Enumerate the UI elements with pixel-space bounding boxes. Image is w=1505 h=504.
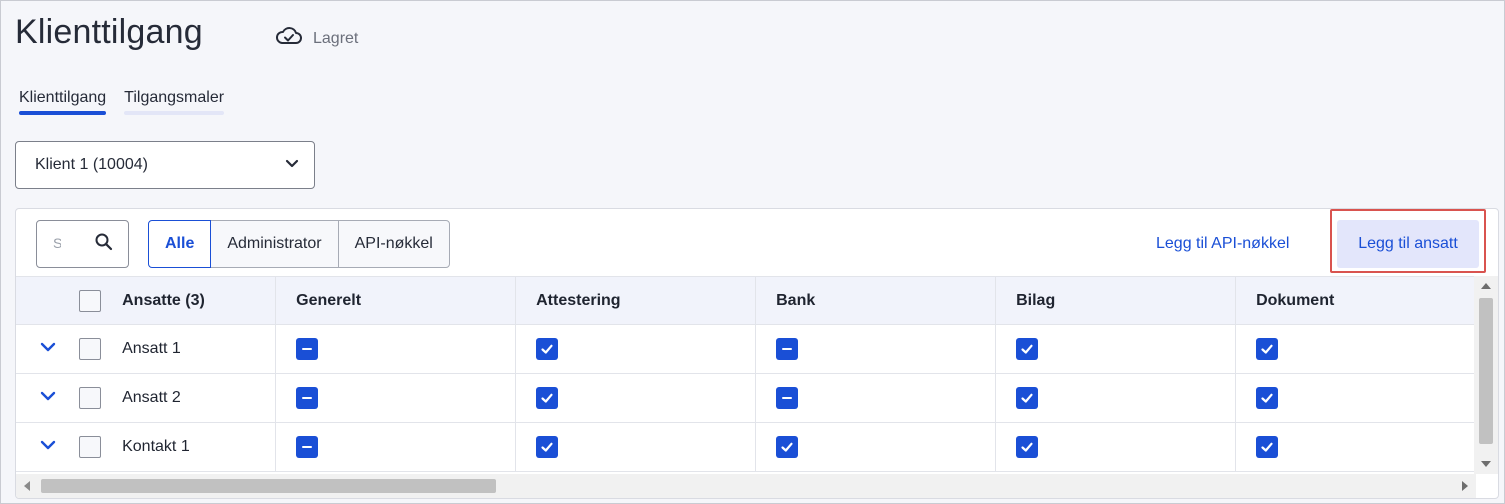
column-header-dokument: Dokument xyxy=(1256,291,1335,309)
checked-checkbox[interactable] xyxy=(536,338,559,360)
checked-checkbox[interactable] xyxy=(1256,338,1279,360)
column-header-generelt: Generelt xyxy=(276,277,517,324)
scroll-right-arrow-icon[interactable] xyxy=(1462,481,1468,491)
chevron-down-icon[interactable] xyxy=(40,389,56,407)
chevron-down-icon xyxy=(284,155,300,176)
filter-administrator-button[interactable]: Administrator xyxy=(210,220,339,268)
column-header-bilag: Bilag xyxy=(996,277,1237,324)
filter-alle-button[interactable]: Alle xyxy=(148,220,212,268)
horizontal-scrollbar[interactable] xyxy=(16,474,1476,498)
row-checkbox[interactable] xyxy=(79,436,102,458)
save-status-text: Lagret xyxy=(313,29,359,47)
column-header-attestering: Attestering xyxy=(516,277,757,324)
checked-checkbox[interactable] xyxy=(1256,436,1279,458)
scroll-up-arrow-icon[interactable] xyxy=(1481,283,1491,289)
checked-checkbox[interactable] xyxy=(1016,436,1039,458)
checked-checkbox[interactable] xyxy=(776,436,799,458)
partial-checkbox[interactable] xyxy=(296,436,319,458)
row-name: Ansatt 2 xyxy=(122,389,181,406)
checked-checkbox[interactable] xyxy=(1016,387,1039,409)
name-header-label: Ansatte (3) xyxy=(122,291,205,309)
chevron-down-icon[interactable] xyxy=(40,340,56,358)
client-select-value: Klient 1 (10004) xyxy=(35,156,148,173)
vertical-scroll-thumb[interactable] xyxy=(1479,298,1493,444)
checked-checkbox[interactable] xyxy=(536,436,559,458)
search-input[interactable]: S xyxy=(36,220,129,268)
name-header-cell: Ansatte (3) xyxy=(79,277,277,324)
column-header-bank: Bank xyxy=(756,277,997,324)
partial-checkbox[interactable] xyxy=(296,387,319,409)
highlight-frame: Legg til ansatt xyxy=(1330,209,1486,273)
partial-checkbox[interactable] xyxy=(776,338,799,360)
app-frame: Klienttilgang Lagret Klienttilgang Tilga… xyxy=(0,0,1505,504)
table-row: Ansatt 1 xyxy=(16,325,1476,374)
page-title: Klienttilgang xyxy=(15,13,203,51)
row-checkbox[interactable] xyxy=(79,338,102,360)
filter-api-key-button[interactable]: API-nøkkel xyxy=(337,220,450,268)
checked-checkbox[interactable] xyxy=(536,387,559,409)
vertical-scrollbar[interactable] xyxy=(1474,276,1498,474)
access-panel: S Alle Administrator API-nøkkel Legg til… xyxy=(15,208,1499,499)
save-status: Lagret xyxy=(275,25,358,52)
access-table: Ansatte (3) Generelt Attestering Bank Bi… xyxy=(16,276,1476,472)
tab-tilgangsmaler[interactable]: Tilgangsmaler xyxy=(124,89,224,115)
checked-checkbox[interactable] xyxy=(1256,387,1279,409)
add-employee-button[interactable]: Legg til ansatt xyxy=(1337,220,1479,268)
tab-bar: Klienttilgang Tilgangsmaler xyxy=(19,89,224,115)
partial-checkbox[interactable] xyxy=(776,387,799,409)
scroll-left-arrow-icon[interactable] xyxy=(24,481,30,491)
select-all-checkbox[interactable] xyxy=(79,289,102,312)
cloud-check-icon xyxy=(275,25,303,52)
search-icon[interactable] xyxy=(94,232,114,257)
role-filter: Alle Administrator API-nøkkel xyxy=(148,220,450,268)
chevron-down-icon[interactable] xyxy=(40,438,56,456)
horizontal-scroll-thumb[interactable] xyxy=(41,479,496,493)
expand-header-cell xyxy=(16,277,79,324)
search-placeholder: S xyxy=(53,235,61,251)
table-row: Kontakt 1 xyxy=(16,423,1476,472)
partial-checkbox[interactable] xyxy=(296,338,319,360)
scroll-down-arrow-icon[interactable] xyxy=(1481,461,1491,467)
add-api-key-link[interactable]: Legg til API-nøkkel xyxy=(1156,235,1289,253)
tab-klienttilgang[interactable]: Klienttilgang xyxy=(19,89,107,115)
table-header-row: Ansatte (3) Generelt Attestering Bank Bi… xyxy=(16,276,1476,325)
row-name: Ansatt 1 xyxy=(122,340,181,357)
checked-checkbox[interactable] xyxy=(1016,338,1039,360)
table-row: Ansatt 2 xyxy=(16,374,1476,423)
row-checkbox[interactable] xyxy=(79,387,102,409)
client-select[interactable]: Klient 1 (10004) xyxy=(15,141,315,189)
row-name: Kontakt 1 xyxy=(122,438,190,455)
